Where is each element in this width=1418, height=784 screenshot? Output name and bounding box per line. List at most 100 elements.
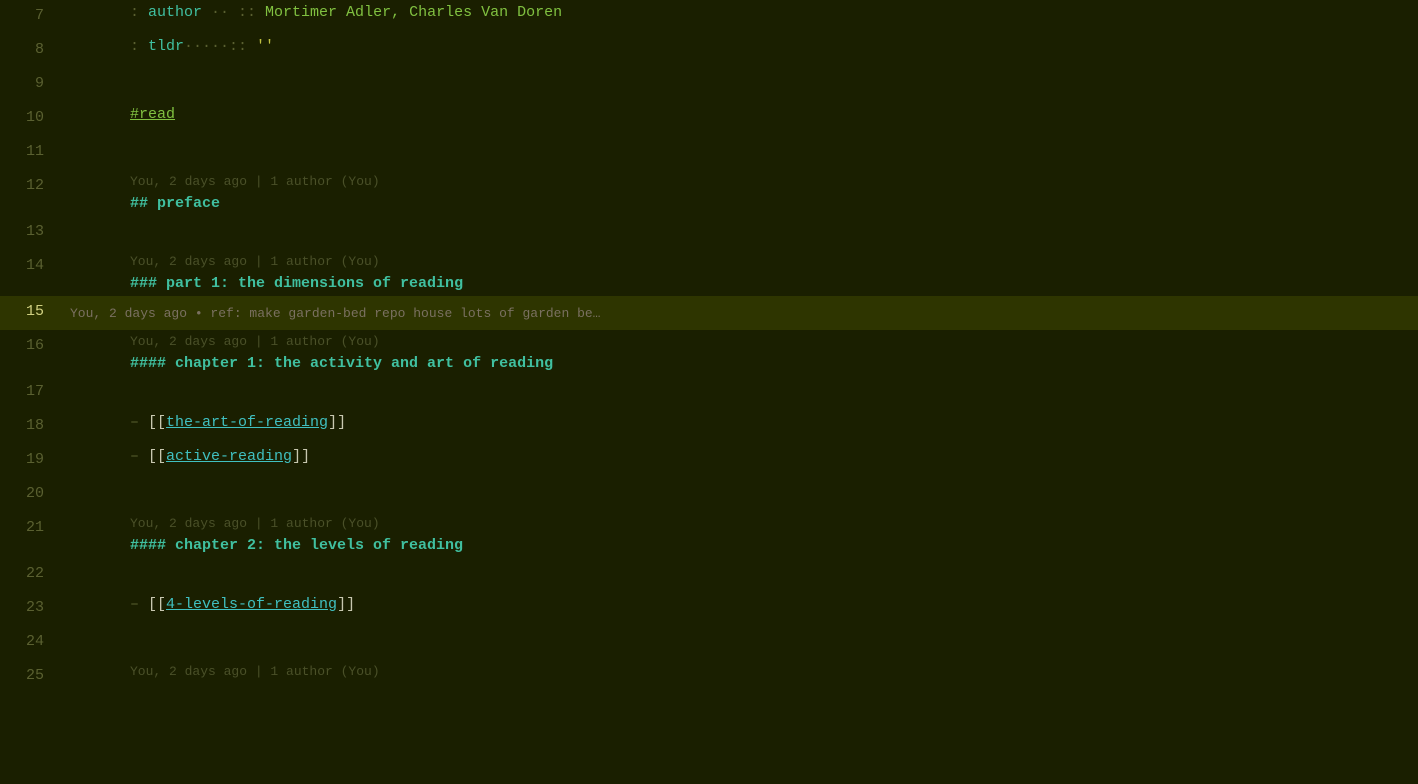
code-line[interactable]: – [[active-reading]] [60,444,1418,469]
blame-annotation: You, 2 days ago | 1 author (You) [60,250,1418,271]
line-row-10: 10 #read [0,102,1418,136]
line-content-area [60,558,1418,592]
line-number: 22 [0,558,60,592]
code-segment: Mortimer Adler, Charles Van Doren [265,4,562,21]
line-number: 25 [0,660,60,713]
line-content-area: : author ·· :: Mortimer Adler, Charles V… [60,0,1418,34]
code-segment: #### [130,355,175,372]
line-row-14: 14You, 2 days ago | 1 author (You)### pa… [0,250,1418,296]
code-segment: chapter 1: the activity and art of readi… [175,355,553,372]
code-line[interactable]: – [[4-levels-of-reading]] [60,592,1418,617]
line-content-area [60,216,1418,250]
code-line[interactable]: ## preface [60,191,1418,216]
code-segment: #### [130,537,175,554]
code-line[interactable] [60,478,1418,510]
line-content-area: #read [60,102,1418,136]
code-segment: ·· :: [202,4,265,21]
line-content-area: – [[active-reading]] [60,444,1418,478]
code-line[interactable]: #### chapter 1: the activity and art of … [60,351,1418,376]
code-segment: : [130,38,148,55]
line-content-area [60,376,1418,410]
blame-annotation: You, 2 days ago | 1 author (You) [60,330,1418,351]
editor-container: 7: author ·· :: Mortimer Adler, Charles … [0,0,1418,784]
code-segment: [[ [148,448,166,465]
code-segment: ]] [337,596,355,613]
line-number: 16 [0,330,60,376]
line-number: 9 [0,68,60,102]
line-row-18: 18– [[the-art-of-reading]] [0,410,1418,444]
code-segment: tldr [148,38,184,55]
code-line[interactable]: #### chapter 2: the levels of reading [60,533,1418,558]
line-row-16: 16You, 2 days ago | 1 author (You)#### c… [0,330,1418,376]
code-line[interactable]: : tldr·····:: '' [60,34,1418,59]
code-segment: ]] [292,448,310,465]
line-number: 17 [0,376,60,410]
line-number: 24 [0,626,60,660]
line-row-21: 21You, 2 days ago | 1 author (You)#### c… [0,512,1418,558]
code-line[interactable] [60,681,1418,713]
code-line[interactable] [60,626,1418,658]
blame-annotation: You, 2 days ago | 1 author (You) [60,512,1418,533]
line-content-area: You, 2 days ago • ref: make garden-bed r… [60,296,1418,330]
code-line[interactable]: – [[the-art-of-reading]] [60,410,1418,435]
code-segment: author [148,4,202,21]
line-row-8: 8: tldr·····:: '' [0,34,1418,68]
line-content-area: – [[the-art-of-reading]] [60,410,1418,444]
line-content-area: You, 2 days ago | 1 author (You)#### cha… [60,512,1418,558]
line-number: 10 [0,102,60,136]
code-line[interactable] [60,68,1418,100]
line-row-15: 15You, 2 days ago • ref: make garden-bed… [0,296,1418,330]
line-number: 14 [0,250,60,296]
line-number: 7 [0,0,60,34]
code-segment: [[ [148,414,166,431]
code-segment: – [130,414,148,431]
line-row-25: 25You, 2 days ago | 1 author (You) [0,660,1418,713]
code-line[interactable] [60,376,1418,408]
line-number: 18 [0,410,60,444]
line-row-9: 9 [0,68,1418,102]
line-number: 19 [0,444,60,478]
line-number: 23 [0,592,60,626]
active-line[interactable]: You, 2 days ago • ref: make garden-bed r… [60,296,1418,330]
code-segment: active-reading [166,448,292,465]
line-content-area: You, 2 days ago | 1 author (You)### part… [60,250,1418,296]
line-row-17: 17 [0,376,1418,410]
line-content-area: You, 2 days ago | 1 author (You)## prefa… [60,170,1418,216]
line-row-13: 13 [0,216,1418,250]
line-content-area [60,626,1418,660]
code-segment: ## [130,195,157,212]
line-row-23: 23– [[4-levels-of-reading]] [0,592,1418,626]
line-number: 11 [0,136,60,170]
line-row-11: 11 [0,136,1418,170]
code-line[interactable] [60,136,1418,168]
blame-annotation: You, 2 days ago | 1 author (You) [60,170,1418,191]
code-line[interactable] [60,558,1418,590]
code-segment: #read [130,106,175,123]
code-segment: '' [256,38,274,55]
code-segment: [[ [148,596,166,613]
code-line[interactable]: #read [60,102,1418,127]
code-segment: preface [157,195,220,212]
blame-annotation: You, 2 days ago | 1 author (You) [60,660,1418,681]
line-row-20: 20 [0,478,1418,512]
code-segment: 4-levels-of-reading [166,596,337,613]
line-number: 21 [0,512,60,558]
line-row-19: 19– [[active-reading]] [0,444,1418,478]
line-number: 13 [0,216,60,250]
code-segment: – [130,596,148,613]
line-content-area [60,136,1418,170]
code-line[interactable]: ### part 1: the dimensions of reading [60,271,1418,296]
line-content-area: You, 2 days ago | 1 author (You) [60,660,1418,713]
code-line[interactable] [60,216,1418,248]
code-segment: ### [130,275,166,292]
line-number: 12 [0,170,60,216]
line-row-24: 24 [0,626,1418,660]
code-segment: ]] [328,414,346,431]
line-content-area [60,478,1418,512]
line-row-22: 22 [0,558,1418,592]
code-segment: ·····:: [184,38,256,55]
active-blame-text: You, 2 days ago • ref: make garden-bed r… [60,306,601,321]
code-line[interactable]: : author ·· :: Mortimer Adler, Charles V… [60,0,1418,25]
line-row-7: 7: author ·· :: Mortimer Adler, Charles … [0,0,1418,34]
line-number: 8 [0,34,60,68]
